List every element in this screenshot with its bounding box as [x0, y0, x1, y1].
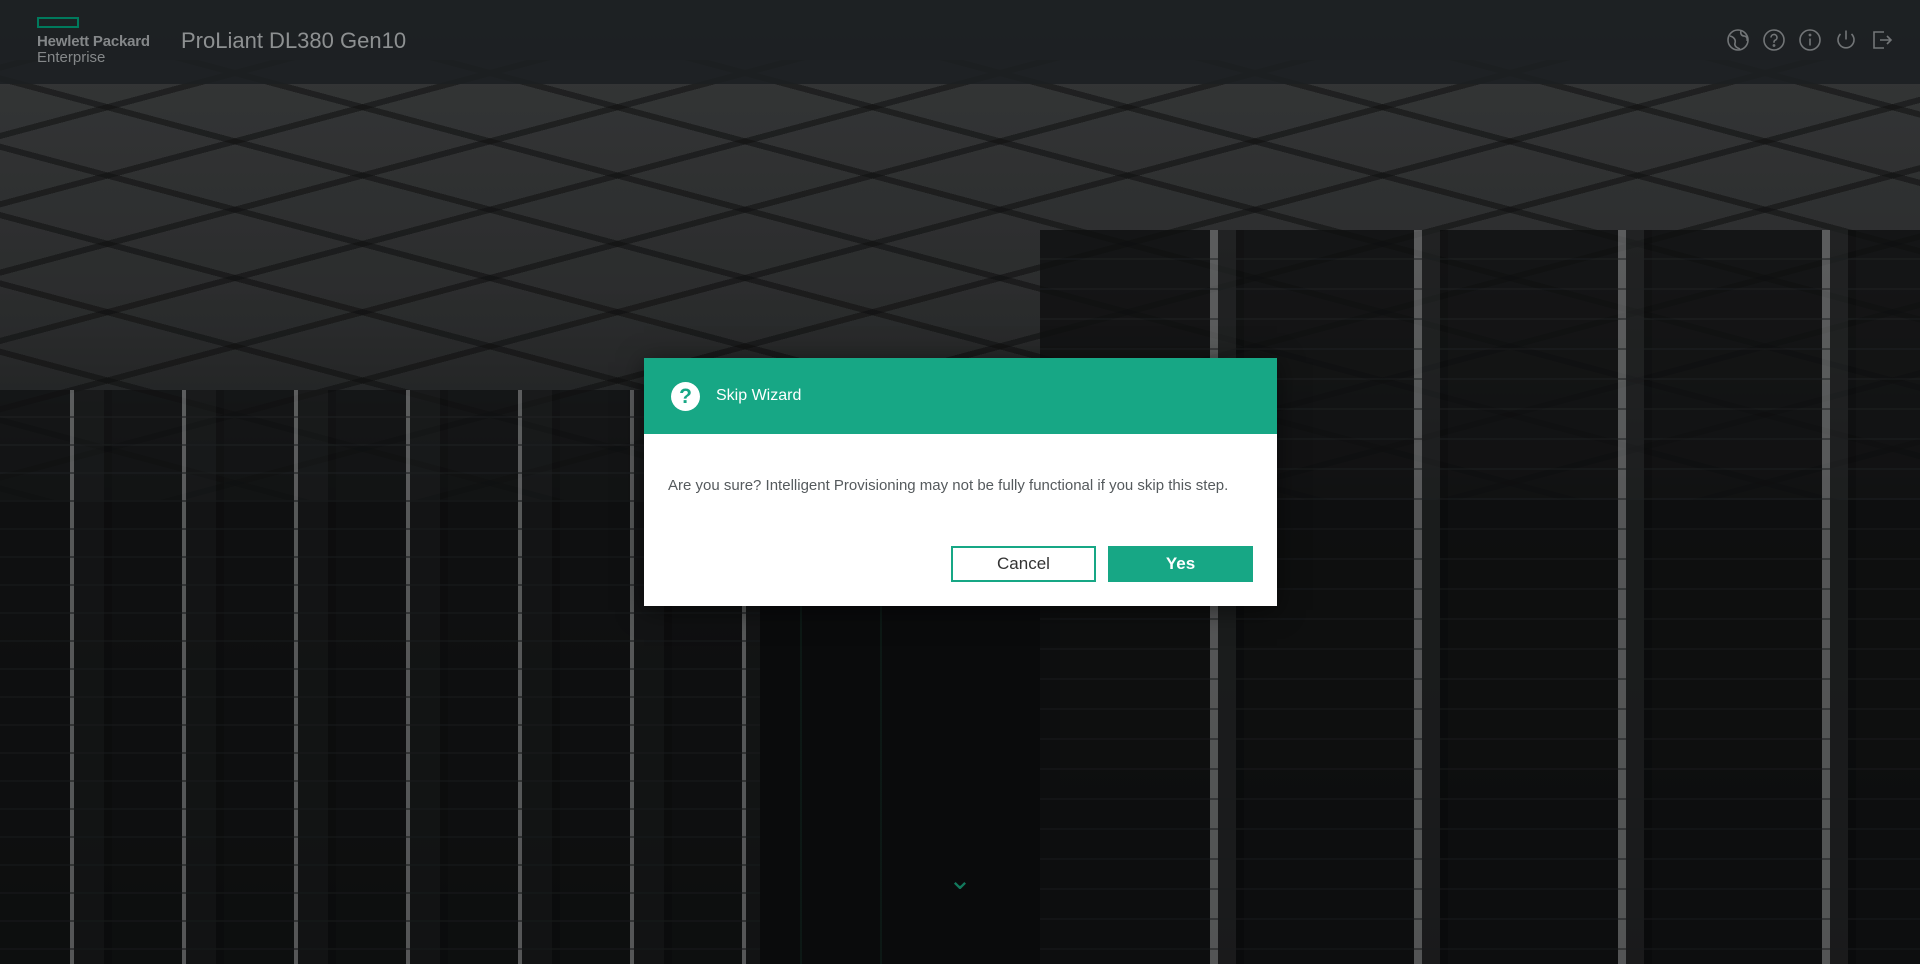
dialog-actions: Cancel Yes [951, 546, 1253, 582]
dialog-header: ? Skip Wizard [644, 358, 1277, 434]
cancel-button[interactable]: Cancel [951, 546, 1096, 582]
question-icon: ? [671, 381, 700, 411]
dialog-message: Are you sure? Intelligent Provisioning m… [668, 477, 1229, 494]
yes-button[interactable]: Yes [1108, 546, 1253, 582]
skip-wizard-dialog: ? Skip Wizard Are you sure? Intelligent … [644, 358, 1277, 606]
dialog-title: Skip Wizard [716, 387, 802, 404]
